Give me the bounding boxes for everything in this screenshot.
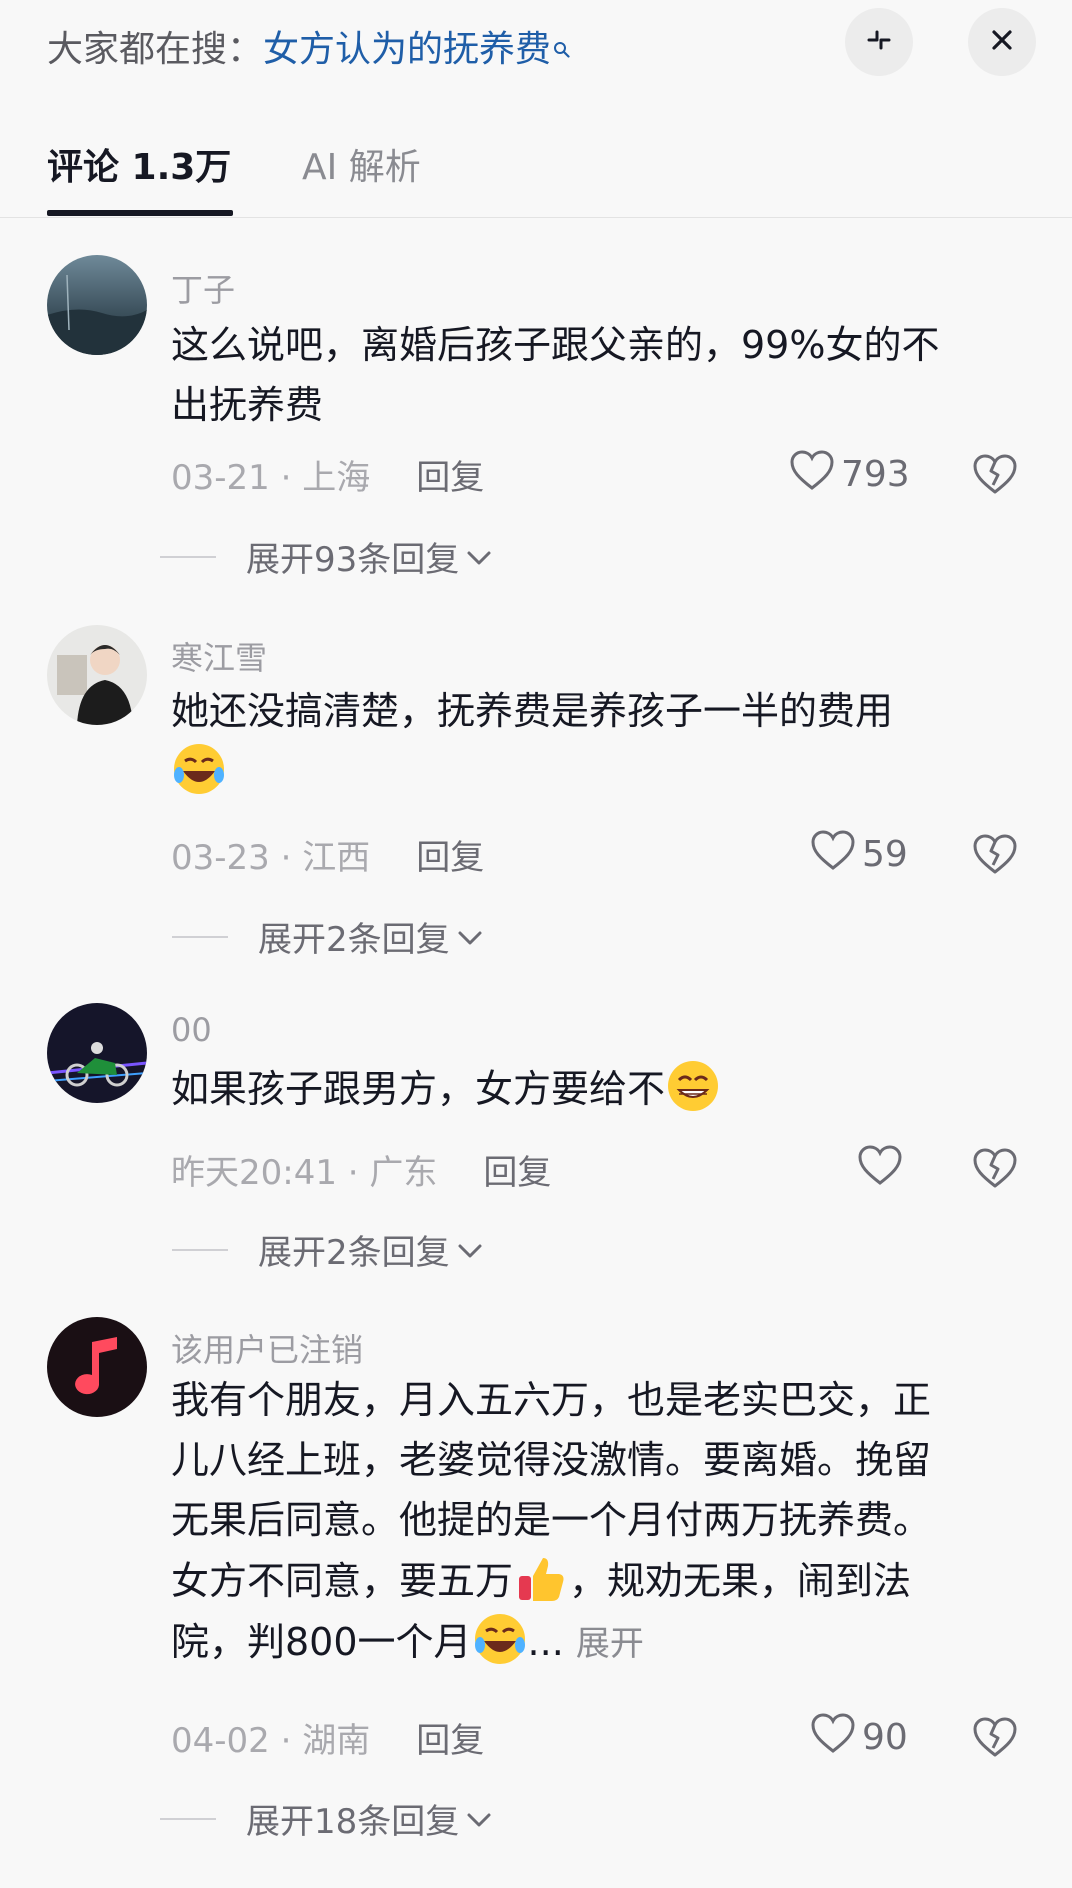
collapse-button[interactable] — [845, 8, 913, 76]
comment-meta: 昨天20:41 · 广东 回复 — [171, 1153, 552, 1193]
comment-username[interactable]: 00 — [171, 1011, 212, 1049]
broken-heart-icon — [972, 454, 1018, 500]
comment-location: 湖南 — [302, 1721, 371, 1761]
like-count: 793 — [841, 454, 910, 495]
expand-replies-button[interactable]: 展开2条回复 — [172, 912, 484, 961]
heart-icon — [789, 449, 841, 500]
divider — [160, 555, 216, 558]
like-count: 90 — [862, 1717, 908, 1758]
comment-username[interactable]: 丁子 — [171, 265, 235, 311]
expand-replies-button[interactable]: 展开93条回复 — [160, 532, 493, 581]
active-tab-indicator — [47, 210, 233, 216]
avatar[interactable] — [47, 625, 147, 725]
close-button[interactable] — [968, 8, 1036, 76]
close-icon — [985, 23, 1019, 61]
grin-emoji-icon — [665, 1058, 721, 1114]
comment-location: 江西 — [302, 838, 371, 878]
chevron-down-icon — [459, 537, 493, 577]
comment-date: 04-02 — [171, 1721, 270, 1761]
comment-meta: 04-02 · 湖南 回复 — [171, 1721, 485, 1761]
reply-button[interactable]: 回复 — [483, 1153, 551, 1193]
chevron-down-icon — [459, 1799, 493, 1839]
reply-button[interactable]: 回复 — [416, 838, 484, 878]
trending-search-query[interactable]: 女方认为的抚养费 — [263, 29, 570, 70]
comment-location: 广东 — [369, 1153, 438, 1193]
comment-username[interactable]: 该用户已注销 — [171, 1325, 363, 1371]
comment-date: 昨天20:41 — [171, 1153, 337, 1193]
chevron-down-icon — [450, 1230, 484, 1270]
dislike-button[interactable] — [972, 452, 1018, 496]
avatar[interactable] — [47, 1317, 147, 1417]
avatar[interactable] — [47, 255, 147, 355]
comment-text: 她还没搞清楚，抚养费是养孩子一半的费用 — [171, 681, 1021, 802]
chevron-down-icon — [450, 917, 484, 957]
like-button[interactable]: 793 — [789, 449, 910, 500]
expand-text-link[interactable]: 展开 — [576, 1624, 644, 1664]
like-count: 59 — [862, 834, 908, 875]
avatar[interactable] — [47, 1003, 147, 1103]
dislike-button[interactable] — [972, 832, 1018, 876]
divider — [172, 935, 228, 938]
dislike-button[interactable] — [972, 1715, 1018, 1759]
like-button[interactable]: 59 — [810, 829, 908, 880]
like-button[interactable]: 90 — [810, 1712, 908, 1763]
broken-heart-icon — [972, 1148, 1018, 1194]
tab-comments[interactable]: 评论 1.3万 — [47, 138, 231, 190]
trending-search[interactable]: 大家都在搜：女方认为的抚养费 — [47, 20, 570, 72]
like-button[interactable] — [857, 1144, 909, 1195]
reply-button[interactable]: 回复 — [416, 458, 484, 498]
comment-username[interactable]: 寒江雪 — [171, 633, 267, 679]
laugh-cry-emoji-icon — [472, 1611, 528, 1667]
broken-heart-icon — [972, 1717, 1018, 1763]
divider — [172, 1248, 228, 1251]
heart-icon — [810, 1712, 862, 1763]
comment-date: 03-21 — [171, 458, 270, 498]
tab-bar: 评论 1.3万 AI 解析 — [0, 120, 1072, 218]
expand-replies-button[interactable]: 展开18条回复 — [160, 1794, 493, 1843]
comment-date: 03-23 — [171, 838, 270, 878]
dislike-button[interactable] — [972, 1146, 1018, 1190]
top-search-bar: 大家都在搜：女方认为的抚养费 — [0, 0, 1072, 90]
thumbs-up-emoji-icon — [513, 1550, 569, 1606]
laugh-cry-emoji-icon — [171, 741, 227, 797]
broken-heart-icon — [972, 834, 1018, 880]
trending-search-prefix: 大家都在搜： — [47, 29, 264, 70]
collapse-icon — [862, 23, 896, 61]
heart-icon — [810, 829, 862, 880]
comment-text: 这么说吧，离婚后孩子跟父亲的，99%女的不 出抚养费 — [171, 323, 940, 427]
search-icon — [553, 26, 570, 58]
heart-icon — [857, 1144, 909, 1195]
comment-location: 上海 — [302, 458, 371, 498]
comment-text: 如果孩子跟男方，女方要给不 — [171, 1058, 1021, 1119]
expand-replies-button[interactable]: 展开2条回复 — [172, 1225, 484, 1274]
comment-meta: 03-23 · 江西 回复 — [171, 838, 485, 878]
tab-ai-analysis[interactable]: AI 解析 — [302, 138, 421, 190]
comment-text: 我有个朋友，月入五六万，也是老实巴交，正 儿八经上班，老婆觉得没激情。要离婚。挽… — [171, 1370, 1021, 1674]
comment-meta: 03-21 · 上海 回复 — [171, 458, 485, 498]
divider — [160, 1817, 216, 1820]
reply-button[interactable]: 回复 — [416, 1721, 484, 1761]
